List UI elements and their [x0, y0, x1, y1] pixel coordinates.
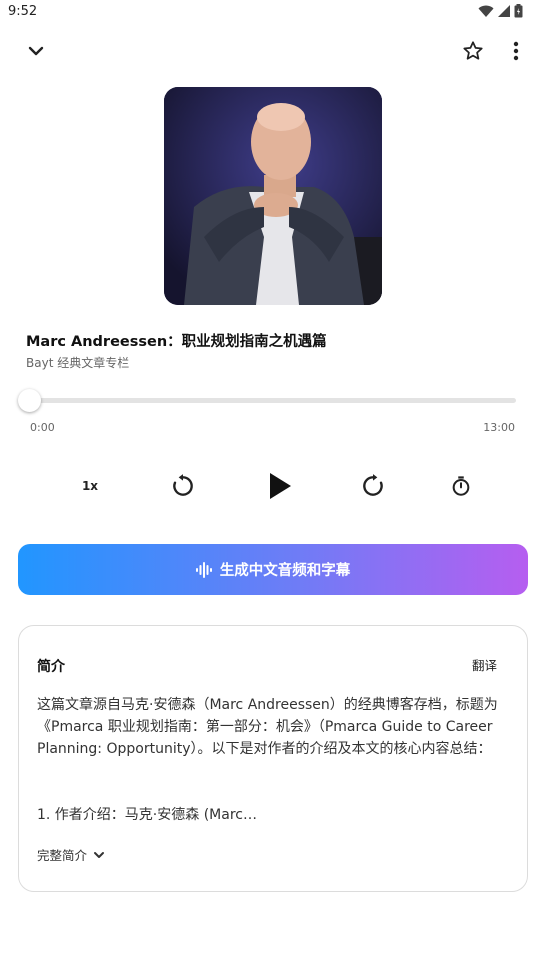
collapse-button[interactable] — [18, 33, 54, 69]
chevron-down-icon — [28, 46, 44, 56]
star-icon — [463, 41, 483, 60]
more-button[interactable] — [498, 33, 534, 69]
total-time: 13:00 — [483, 421, 515, 434]
episode-source: Bayt 经典文章专栏 — [26, 356, 130, 370]
intro-first-item: 1. 作者介绍：马克·安德森 (Marc… — [37, 807, 257, 823]
more-vert-icon — [513, 41, 519, 61]
progress-bar[interactable] — [30, 398, 516, 403]
play-button[interactable] — [258, 466, 302, 506]
play-icon — [270, 473, 291, 499]
status-time: 9:52 — [8, 4, 38, 19]
translate-button[interactable]: 翻译 — [472, 655, 497, 674]
sleep-timer-button[interactable] — [442, 466, 480, 506]
progress-thumb[interactable] — [18, 389, 41, 412]
full-intro-label: 完整简介 — [37, 848, 88, 863]
intro-heading: 简介 — [37, 659, 65, 675]
generate-button-label: 生成中文音频和字幕 — [219, 563, 351, 579]
status-bar: 9:52 — [0, 0, 545, 24]
audio-wave-icon — [195, 561, 212, 578]
replay-icon — [173, 474, 193, 496]
rewind-button[interactable] — [163, 466, 203, 506]
timer-icon — [452, 476, 470, 496]
forward-icon — [363, 474, 383, 496]
episode-title: Marc Andreessen：职业规划指南之机遇篇 — [26, 334, 327, 350]
cover-image — [164, 87, 382, 305]
generate-chinese-audio-button[interactable]: 生成中文音频和字幕 — [18, 544, 528, 595]
battery-icon — [514, 4, 523, 18]
speed-button[interactable]: 1x — [72, 466, 108, 506]
wifi-icon — [478, 5, 494, 17]
full-intro-button[interactable]: 完整简介 — [37, 845, 105, 864]
signal-icon — [498, 5, 510, 17]
status-icons — [478, 4, 523, 18]
top-bar — [0, 30, 545, 74]
intro-card: 简介 翻译 这篇文章源自马克·安德森（Marc Andreessen）的经典博客… — [18, 625, 528, 892]
forward-button[interactable] — [353, 466, 393, 506]
chevron-down-icon — [94, 851, 105, 858]
favorite-button[interactable] — [455, 33, 491, 69]
current-time: 0:00 — [30, 421, 55, 434]
intro-body: 这篇文章源自马克·安德森（Marc Andreessen）的经典博客存档，标题为… — [37, 697, 498, 757]
